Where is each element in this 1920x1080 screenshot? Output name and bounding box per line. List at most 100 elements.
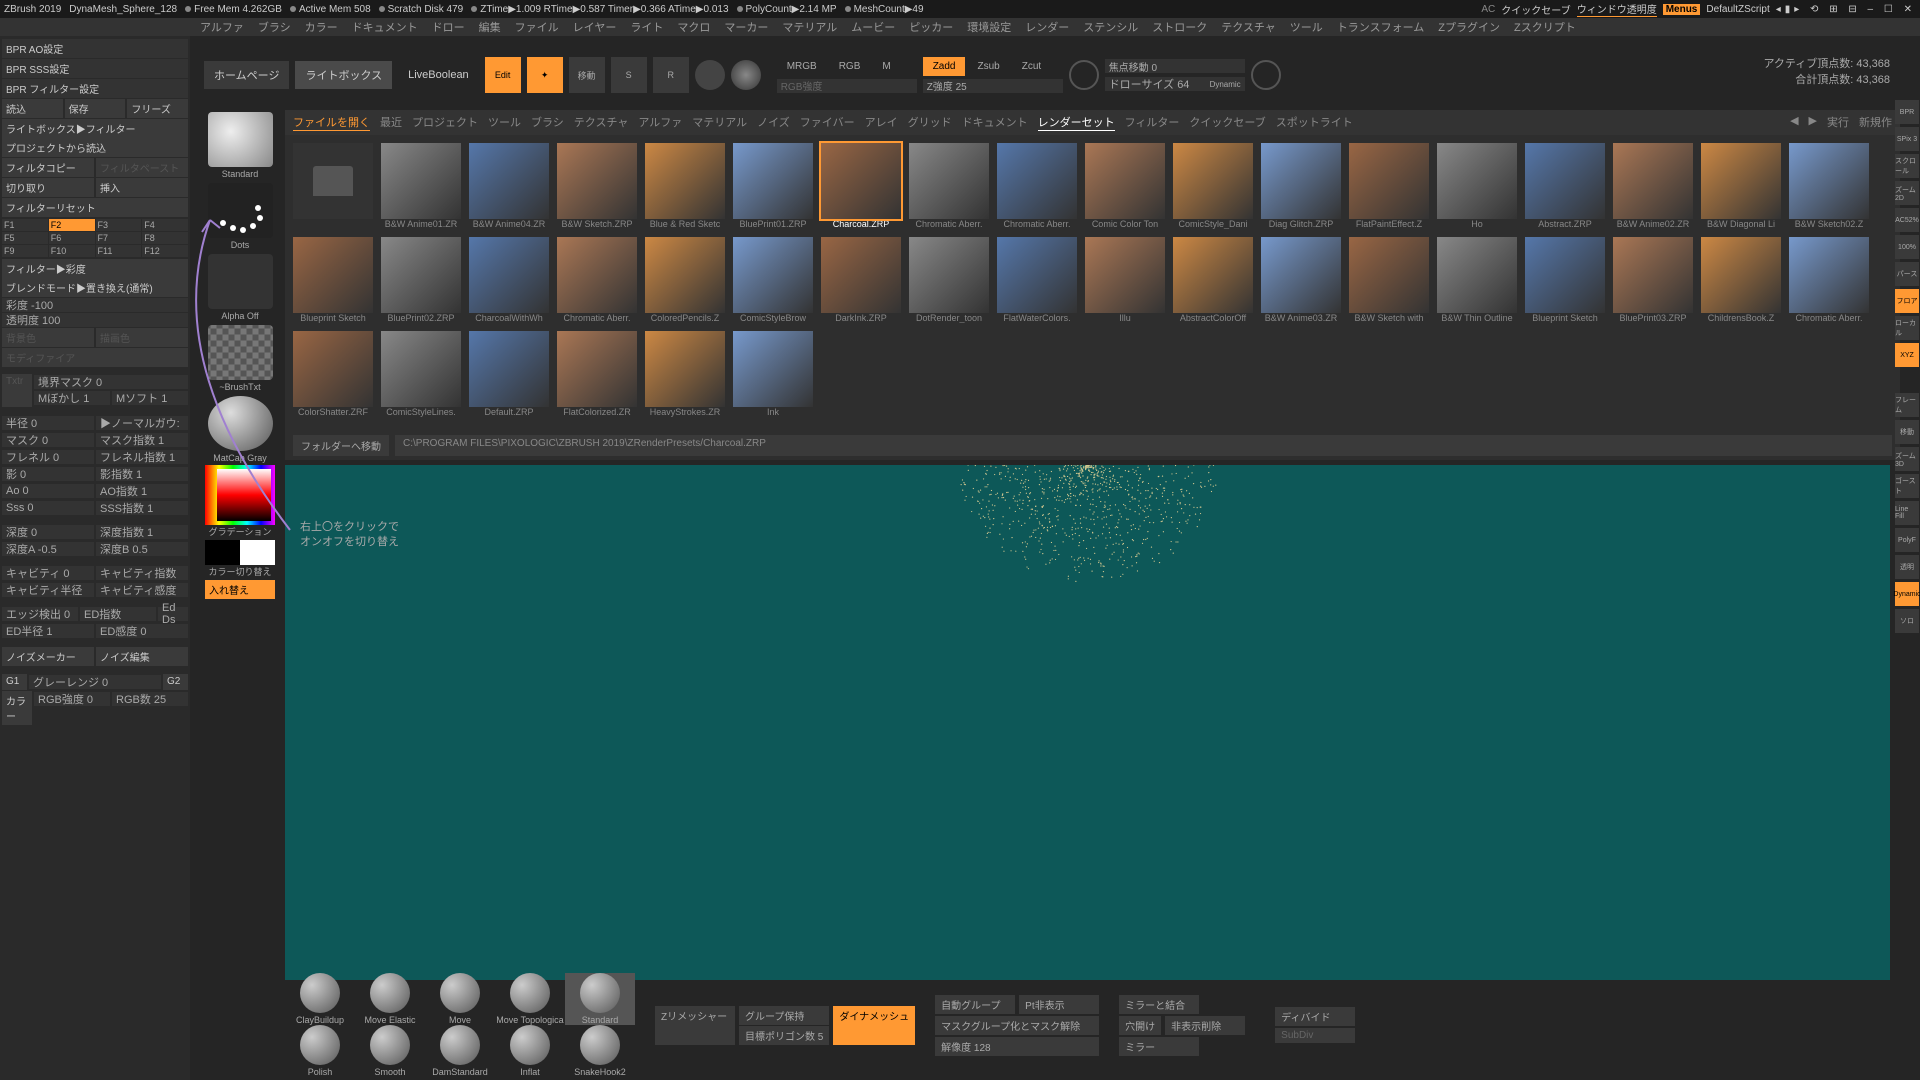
rgb-intensity[interactable]: RGB強度	[777, 79, 917, 93]
spix-btn[interactable]: SPix 3	[1895, 127, 1919, 151]
solo-btn[interactable]: ソロ	[1895, 609, 1919, 633]
bpr-ao-header[interactable]: BPR AO設定	[2, 39, 188, 58]
fresnel[interactable]: フレネル 0	[2, 450, 94, 464]
color-picker[interactable]: グラデーション	[205, 465, 275, 538]
home-btn[interactable]: ホームページ	[204, 61, 289, 89]
preset-abstract-zrp[interactable]: Abstract.ZRP	[1525, 143, 1605, 229]
cavityr[interactable]: キャビティ半径	[2, 583, 94, 597]
frame-btn[interactable]: フレーム	[1895, 393, 1919, 417]
preset-b-w-anime01-zr[interactable]: B&W Anime01.ZR	[381, 143, 461, 229]
f4-slot[interactable]: F4	[142, 219, 188, 231]
polyf-btn[interactable]: PolyF	[1895, 528, 1919, 552]
bpr-sss-header[interactable]: BPR SSS設定	[2, 59, 188, 78]
tab-material[interactable]: マテリアル	[692, 114, 747, 131]
preset-coloredpencils-z[interactable]: ColoredPencils.Z	[645, 237, 725, 323]
preset-b-w-sketch02-z[interactable]: B&W Sketch02.Z	[1789, 143, 1869, 229]
menu-item[interactable]: マテリアル	[782, 19, 837, 35]
persp-btn[interactable]: パース	[1895, 262, 1919, 286]
exec-btn[interactable]: 実行	[1827, 114, 1849, 131]
preset-blueprint-sketch[interactable]: Blueprint Sketch	[1525, 237, 1605, 323]
preset-comicstyle-dani[interactable]: ComicStyle_Dani	[1173, 143, 1253, 229]
autogroup[interactable]: 自動グループ	[935, 995, 1015, 1014]
xyz-btn[interactable]: XYZ	[1895, 343, 1919, 367]
load-btn[interactable]: 読込	[2, 99, 63, 118]
preset-childrensbook-z[interactable]: ChildrensBook.Z	[1701, 237, 1781, 323]
alpha-picker[interactable]: Alpha Off	[205, 252, 275, 321]
tab-filter[interactable]: フィルター	[1125, 114, 1180, 131]
scale-mode-icon[interactable]: S	[611, 57, 647, 93]
blend-mode[interactable]: ブレンドモード▶置き換え(通常)	[2, 278, 188, 297]
mirror[interactable]: ミラー	[1119, 1037, 1199, 1056]
noise-maker[interactable]: ノイズメーカー	[2, 647, 94, 666]
maskgroup[interactable]: マスクグループ化とマスク解除	[935, 1016, 1099, 1035]
pthide[interactable]: Pt非表示	[1019, 995, 1099, 1014]
delvis[interactable]: 非表示削除	[1165, 1016, 1245, 1035]
menu-item[interactable]: ドキュメント	[352, 19, 418, 35]
preset-dotrender-toon[interactable]: DotRender_toon	[909, 237, 989, 323]
menu-item[interactable]: カラー	[305, 19, 338, 35]
viewport[interactable]	[285, 465, 1890, 980]
menu-item[interactable]: ドロー	[432, 19, 465, 35]
tab-renderset[interactable]: レンダーセット	[1038, 114, 1115, 131]
move3d-btn[interactable]: 移動	[1895, 420, 1919, 444]
tab-alpha[interactable]: アルファ	[638, 114, 682, 131]
preset-comic-color-ton[interactable]: Comic Color Ton	[1085, 143, 1165, 229]
preset-abstractcoloroff[interactable]: AbstractColorOff	[1173, 237, 1253, 323]
100pct-btn[interactable]: 100%	[1895, 235, 1919, 259]
preset-chromatic-aberr-[interactable]: Chromatic Aberr.	[909, 143, 989, 229]
menu-item[interactable]: Zスクリプト	[1514, 19, 1576, 35]
filter-reset-btn[interactable]: フィルターリセット	[2, 198, 188, 217]
preset-flatcolorized-zr[interactable]: FlatColorized.ZR	[557, 331, 637, 417]
f7-slot[interactable]: F7	[96, 232, 142, 244]
ghost-btn[interactable]: ゴースト	[1895, 474, 1919, 498]
linefill-btn[interactable]: Line Fill	[1895, 501, 1919, 525]
preset-chromatic-aberr-[interactable]: Chromatic Aberr.	[997, 143, 1077, 229]
shadowexp[interactable]: 影指数 1	[96, 467, 188, 481]
bpr-btn[interactable]: BPR	[1895, 100, 1919, 124]
dynamic-btn[interactable]: Dynamic	[1895, 582, 1919, 606]
menu-item[interactable]: レイヤー	[573, 19, 617, 35]
transparent-btn[interactable]: 透明	[1895, 555, 1919, 579]
preset-darkink-zrp[interactable]: DarkInk.ZRP	[821, 237, 901, 323]
preset-ho[interactable]: Ho	[1437, 143, 1517, 229]
noise-edit[interactable]: ノイズ編集	[96, 647, 188, 666]
preset-chromatic-aberr-[interactable]: Chromatic Aberr.	[1789, 237, 1869, 323]
subdiv[interactable]: SubDiv	[1275, 1028, 1355, 1043]
draw-size[interactable]: ドローサイズ 64Dynamic	[1105, 77, 1245, 91]
preset-b-w-thin-outline[interactable]: B&W Thin Outline	[1437, 237, 1517, 323]
save-btn[interactable]: 保存	[65, 99, 126, 118]
f11-slot[interactable]: F11	[96, 245, 142, 257]
draw-mode-icon[interactable]: ✦	[527, 57, 563, 93]
menus-toggle[interactable]: Menus	[1663, 4, 1701, 15]
brush-polish[interactable]: Polish	[285, 1025, 355, 1077]
sphere-icon[interactable]	[731, 60, 761, 90]
preset-b-w-sketch-with[interactable]: B&W Sketch with	[1349, 237, 1429, 323]
brush-picker[interactable]: Standard	[205, 110, 275, 179]
zsub-btn[interactable]: Zsub	[967, 57, 1009, 76]
f5-slot[interactable]: F5	[2, 232, 48, 244]
edge[interactable]: エッジ検出 0	[2, 607, 78, 621]
preset-blueprint02-zrp[interactable]: BluePrint02.ZRP	[381, 237, 461, 323]
size-dial-icon[interactable]	[1251, 60, 1281, 90]
grayrange[interactable]: グレーレンジ 0	[29, 675, 161, 689]
transparency-btn[interactable]: ウィンドウ透明度	[1577, 1, 1657, 17]
fresnelexp[interactable]: フレネル指数 1	[96, 450, 188, 464]
local-btn[interactable]: ローカル	[1895, 316, 1919, 340]
preset-charcoal-zrp[interactable]: Charcoal.ZRP	[821, 143, 901, 229]
sssexp[interactable]: SSS指数 1	[96, 501, 188, 515]
tab-brush[interactable]: ブラシ	[531, 114, 564, 131]
modifier[interactable]: モディファイア	[2, 348, 188, 367]
f1-slot[interactable]: F1	[2, 219, 48, 231]
filter-copy-btn[interactable]: フィルタコピー	[2, 158, 94, 177]
mblur[interactable]: Mぼかし 1	[34, 391, 110, 405]
tab-quicksave[interactable]: クイックセーブ	[1189, 114, 1265, 131]
depth[interactable]: 深度 0	[2, 525, 94, 539]
tab-document[interactable]: ドキュメント	[962, 114, 1028, 131]
opacity-slider[interactable]: 透明度 100	[2, 313, 188, 327]
filter-paste-btn[interactable]: フィルタペースト	[96, 158, 188, 177]
depthb[interactable]: 深度B 0.5	[96, 542, 188, 556]
edds[interactable]: Ed Ds	[158, 607, 188, 621]
depthexp[interactable]: 深度指数 1	[96, 525, 188, 539]
maskexp[interactable]: マスク指数 1	[96, 433, 188, 447]
brush-inflat[interactable]: Inflat	[495, 1025, 565, 1077]
